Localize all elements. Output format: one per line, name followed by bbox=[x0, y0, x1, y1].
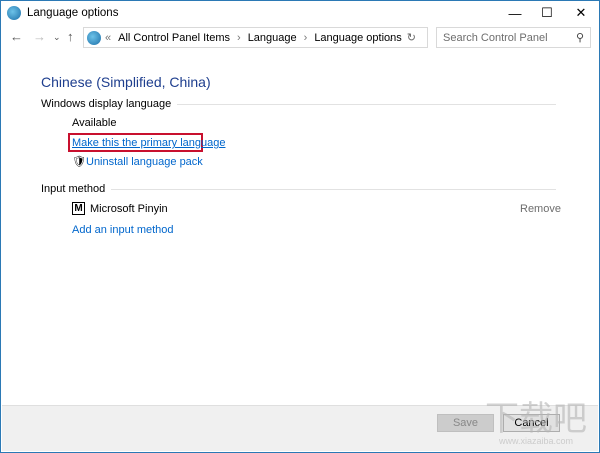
watermark: 下载吧 www.xiazaiba.com bbox=[485, 400, 587, 446]
control-panel-icon bbox=[7, 6, 21, 20]
refresh-icon[interactable]: ↻ bbox=[407, 31, 416, 44]
page-title: Chinese (Simplified, China) bbox=[41, 74, 211, 90]
forward-arrow-icon[interactable]: → bbox=[33, 29, 46, 44]
uninstall-language-pack-link[interactable]: Uninstall language pack bbox=[86, 156, 203, 168]
input-method-name: Microsoft Pinyin bbox=[90, 203, 168, 215]
window-title: Language options bbox=[27, 7, 119, 19]
section-label: Input method bbox=[41, 183, 106, 195]
search-input[interactable]: Search Control Panel ⚲ bbox=[436, 27, 591, 48]
back-arrow-icon[interactable]: ← bbox=[10, 29, 23, 44]
address-dropdown-icon[interactable]: ⌄ bbox=[386, 31, 395, 44]
breadcrumb-separator-icon: › bbox=[303, 31, 308, 44]
close-button[interactable]: ✕ bbox=[564, 1, 598, 25]
overflow-chevron[interactable]: « bbox=[105, 32, 111, 44]
shield-icon: 🛡 bbox=[72, 156, 86, 168]
make-primary-language-link[interactable]: Make this the primary language bbox=[72, 137, 225, 149]
section-input-method: Input method bbox=[41, 183, 556, 195]
breadcrumb-all-control-panel-items[interactable]: All Control Panel Items bbox=[118, 32, 230, 44]
section-label: Windows display language bbox=[41, 98, 172, 110]
search-placeholder: Search Control Panel bbox=[443, 31, 548, 44]
control-panel-icon bbox=[87, 30, 101, 45]
breadcrumb-language[interactable]: Language bbox=[248, 32, 297, 44]
breadcrumb-separator-icon: › bbox=[237, 31, 241, 44]
recent-chevron-down-icon[interactable]: ⌄ bbox=[53, 32, 61, 43]
status-text: Available bbox=[72, 117, 117, 129]
section-display-language: Windows display language bbox=[41, 98, 556, 110]
address-bar[interactable]: « All Control Panel Items › Language › L… bbox=[83, 27, 428, 48]
up-arrow-icon[interactable]: ↑ bbox=[67, 29, 74, 44]
search-icon[interactable]: ⚲ bbox=[576, 31, 584, 44]
language-options-window: Language options — ☐ ✕ ← → ⌄ ↑ « All Con… bbox=[0, 0, 600, 453]
maximize-button[interactable]: ☐ bbox=[530, 1, 564, 25]
pinyin-icon: M bbox=[72, 202, 85, 215]
remove-link[interactable]: Remove bbox=[520, 203, 561, 215]
minimize-button[interactable]: — bbox=[498, 1, 532, 25]
add-input-method-link[interactable]: Add an input method bbox=[72, 224, 174, 236]
navigation-bar: ← → ⌄ ↑ « All Control Panel Items › Lang… bbox=[1, 27, 599, 49]
